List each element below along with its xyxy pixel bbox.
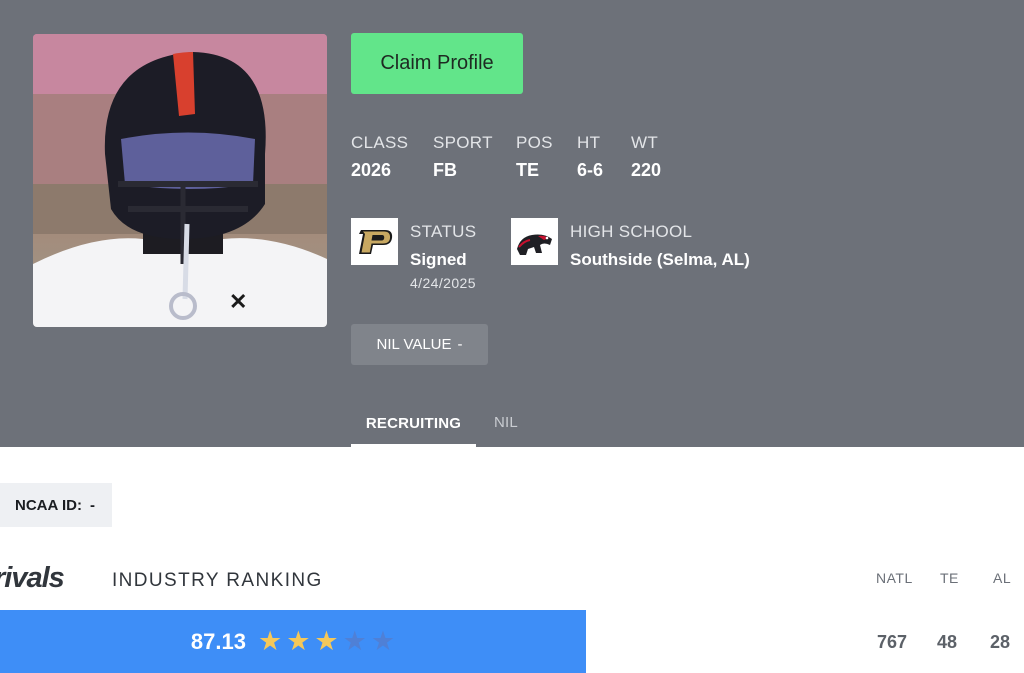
- rank-value-state[interactable]: 28: [990, 632, 1010, 653]
- high-school-value[interactable]: Southside (Selma, AL): [570, 250, 750, 270]
- ncaa-id-label: NCAA ID:: [15, 496, 82, 514]
- svg-text:✕: ✕: [229, 289, 247, 314]
- rank-header-natl: NATL: [876, 570, 913, 586]
- nil-value-label: NIL VALUE: [376, 336, 452, 353]
- industry-ranking-title: INDUSTRY RANKING: [112, 570, 323, 591]
- ncaa-id-value: -: [89, 496, 95, 514]
- high-school-label: HIGH SCHOOL: [570, 222, 693, 241]
- star-icon: ★: [314, 626, 339, 656]
- tab-recruiting[interactable]: RECRUITING: [351, 414, 476, 447]
- rank-header-state: AL: [993, 570, 1012, 586]
- status-value: Signed: [410, 250, 467, 269]
- stat-value: FB: [433, 160, 457, 180]
- stat-value: TE: [516, 160, 540, 180]
- rivals-logo: rivals: [0, 561, 65, 594]
- stat-label: POS: [516, 133, 553, 152]
- star-icon: ★: [257, 626, 283, 656]
- status-label: STATUS: [410, 222, 477, 241]
- star-icon: ★: [342, 626, 367, 656]
- star-icon: ★: [286, 626, 311, 656]
- stat-class: CLASS 2026: [351, 133, 408, 181]
- status-block: STATUS Signed 4/24/2025: [410, 222, 476, 291]
- stat-label: WT: [631, 133, 659, 152]
- stat-label: SPORT: [433, 133, 493, 152]
- stat-position: POS TE: [516, 133, 553, 181]
- stat-sport: SPORT FB: [433, 133, 493, 181]
- star-icon: ★: [370, 626, 396, 656]
- profile-header: ✕ Claim Profile CLASS 2026 SPORT FB POS …: [0, 0, 1024, 447]
- stat-weight: WT 220: [631, 133, 661, 181]
- stat-value: 6-6: [577, 160, 604, 180]
- ncaa-id-badge: NCAA ID: -: [0, 483, 112, 527]
- rating-value: 87.13: [190, 628, 246, 654]
- rating-bar: 87.13 ★ ★ ★ ★ ★: [0, 610, 586, 673]
- rank-value-position[interactable]: 48: [937, 632, 957, 653]
- tab-nil[interactable]: NIL: [494, 414, 518, 431]
- stat-value: 2026: [351, 160, 392, 180]
- star-rating: ★ ★ ★ ★ ★: [258, 628, 395, 655]
- stat-height: HT 6-6: [577, 133, 603, 181]
- rank-header-position: TE: [940, 570, 959, 586]
- stat-value: 220: [631, 160, 662, 180]
- claim-profile-button[interactable]: Claim Profile: [351, 33, 523, 94]
- player-photo: ✕: [33, 34, 327, 327]
- nil-value-amount: -: [457, 336, 463, 353]
- status-date: 4/24/2025: [410, 275, 476, 291]
- nil-value-button[interactable]: NIL VALUE -: [351, 324, 488, 365]
- stat-label: HT: [577, 133, 601, 152]
- rank-value-natl[interactable]: 767: [877, 632, 907, 653]
- purdue-logo-icon[interactable]: [351, 218, 398, 265]
- stat-label: CLASS: [351, 133, 409, 152]
- high-school-block: HIGH SCHOOL Southside (Selma, AL): [570, 222, 750, 270]
- panther-logo-icon[interactable]: [511, 218, 558, 265]
- rivals-brand: rivals: [0, 561, 65, 594]
